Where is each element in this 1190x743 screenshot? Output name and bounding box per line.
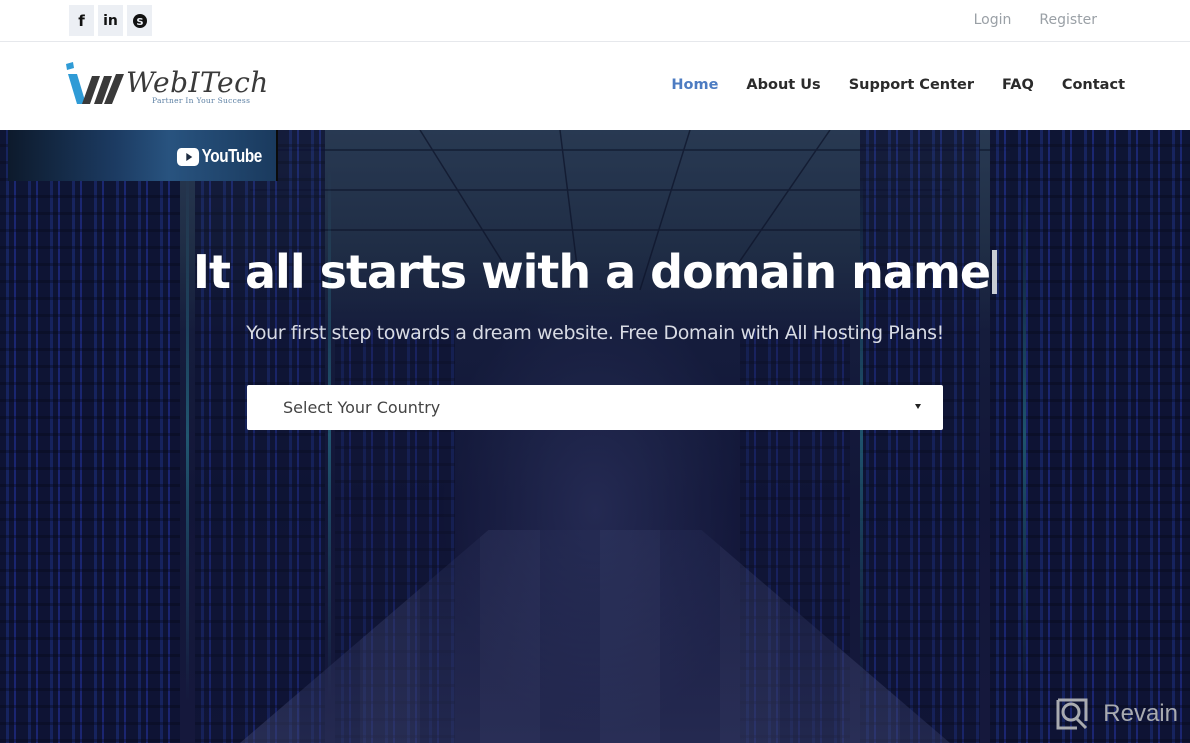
hero-headline: It all starts with a domain name bbox=[0, 245, 1190, 299]
register-link[interactable]: Register bbox=[1039, 12, 1097, 28]
nav-home[interactable]: Home bbox=[671, 77, 718, 93]
brand-tagline: Partner In Your Success bbox=[152, 96, 251, 105]
revain-label: Revain bbox=[1103, 700, 1178, 727]
chevron-down-icon bbox=[915, 404, 921, 409]
country-select[interactable]: Select Your Country bbox=[247, 385, 943, 430]
social-links: f in S bbox=[69, 5, 152, 36]
hero-subheadline: Your first step towards a dream website.… bbox=[246, 322, 944, 344]
hero-section: YouTube It all starts with a domain name… bbox=[0, 130, 1190, 743]
brand-logo[interactable]: WebITech Partner In Your Success bbox=[64, 62, 269, 108]
linkedin-button[interactable]: in bbox=[98, 5, 123, 36]
linkedin-icon: in bbox=[103, 12, 118, 29]
nav-support-center[interactable]: Support Center bbox=[849, 77, 974, 93]
main-menu: Home About Us Support Center FAQ Contact bbox=[671, 77, 1125, 93]
facebook-icon: f bbox=[78, 11, 85, 30]
logo-mark-icon bbox=[66, 62, 124, 104]
svg-text:S: S bbox=[136, 17, 143, 28]
auth-links: Login Register bbox=[974, 12, 1097, 28]
youtube-play-icon bbox=[177, 147, 200, 166]
top-bar: f in S Login Register bbox=[0, 0, 1190, 42]
revain-logo-icon bbox=[1056, 698, 1088, 730]
skype-icon: S bbox=[132, 13, 148, 29]
nav-contact[interactable]: Contact bbox=[1062, 77, 1125, 93]
brand-name: WebITech bbox=[126, 66, 269, 99]
login-link[interactable]: Login bbox=[974, 12, 1012, 28]
nav-faq[interactable]: FAQ bbox=[1002, 77, 1034, 93]
hero-headline-text: It all starts with a domain name bbox=[192, 245, 991, 299]
skype-button[interactable]: S bbox=[127, 5, 152, 36]
nav-about-us[interactable]: About Us bbox=[746, 77, 820, 93]
youtube-label: YouTube bbox=[201, 146, 263, 166]
country-select-value: Select Your Country bbox=[283, 398, 441, 417]
hero-overlay bbox=[0, 130, 1190, 743]
revain-watermark: Revain bbox=[1055, 697, 1178, 731]
main-navbar: WebITech Partner In Your Success Home Ab… bbox=[0, 42, 1190, 130]
facebook-button[interactable]: f bbox=[69, 5, 94, 36]
youtube-logo: YouTube bbox=[177, 146, 262, 167]
youtube-banner[interactable]: YouTube bbox=[8, 130, 278, 181]
typing-caret bbox=[992, 250, 998, 294]
